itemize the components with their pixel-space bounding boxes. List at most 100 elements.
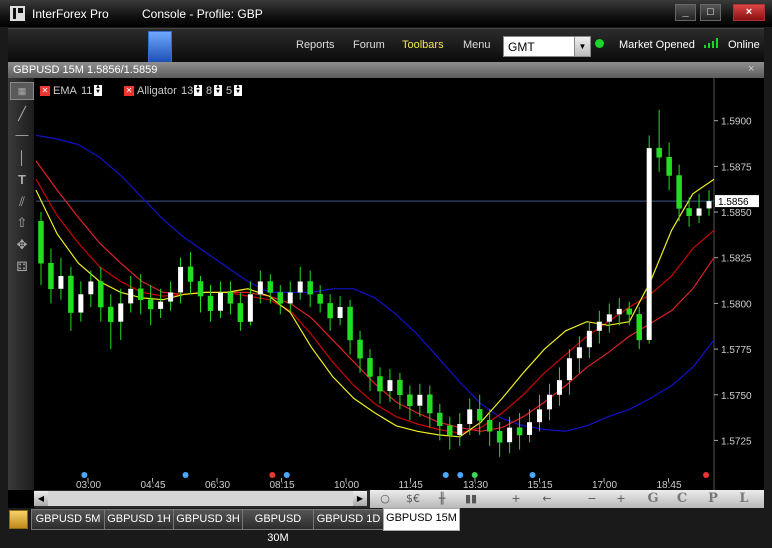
candle-body bbox=[467, 409, 473, 424]
letter-l-button[interactable]: L bbox=[730, 491, 758, 507]
candle-body bbox=[317, 294, 323, 304]
candle-body bbox=[496, 431, 503, 443]
trendline-tool-icon[interactable]: ╱ bbox=[12, 104, 32, 124]
candle-body bbox=[537, 409, 543, 423]
y-tick-label: 1.5900 bbox=[721, 117, 752, 128]
candle-body bbox=[447, 425, 453, 436]
x-tick-label: 13:30 bbox=[463, 480, 488, 490]
x-tick-label: 15:15 bbox=[528, 480, 553, 490]
candle-body bbox=[706, 201, 712, 209]
arrow-left-icon[interactable]: ← bbox=[533, 491, 561, 507]
candle-body bbox=[58, 276, 64, 289]
chart-tab[interactable]: GBPUSD 3H bbox=[173, 509, 243, 530]
event-marker bbox=[471, 472, 478, 478]
current-price-label: 1.5856 bbox=[718, 197, 749, 208]
event-marker bbox=[442, 472, 449, 478]
currency-icon[interactable]: $€ bbox=[399, 491, 427, 507]
zoom-out-icon[interactable]: − bbox=[578, 491, 606, 507]
event-marker bbox=[457, 472, 464, 478]
candle-body bbox=[476, 409, 483, 421]
zoom-in-icon[interactable]: + bbox=[607, 491, 635, 507]
candle-body bbox=[277, 292, 284, 304]
chart-title: GBPUSD 15M 1.5856/1.5859 bbox=[13, 64, 158, 76]
scroll-right-button[interactable]: ▶ bbox=[353, 491, 367, 506]
candle-body bbox=[576, 347, 582, 359]
candle-body bbox=[327, 303, 333, 319]
candle-body bbox=[486, 420, 493, 432]
minimize-button[interactable]: _ bbox=[675, 4, 696, 21]
event-marker bbox=[529, 472, 536, 478]
candle-body bbox=[158, 301, 164, 309]
chart-close-icon[interactable]: × bbox=[748, 63, 754, 75]
arrow-up-tool-icon[interactable]: ⇧ bbox=[12, 213, 32, 233]
grid-tool-icon[interactable]: ▦ bbox=[10, 82, 34, 100]
horizontal-scrollbar[interactable] bbox=[48, 491, 353, 506]
candle-body bbox=[606, 314, 612, 322]
teeth-stepper[interactable]: ▲ ▼ bbox=[214, 84, 222, 96]
alligator-jaw-period: 13 bbox=[181, 85, 194, 97]
candle-body bbox=[347, 306, 353, 341]
text-tool-icon[interactable]: T bbox=[12, 170, 32, 190]
nav-handle-tab[interactable] bbox=[148, 31, 172, 63]
channel-tool-icon[interactable]: ⫽ bbox=[12, 192, 32, 212]
move-tool-icon[interactable]: ✥ bbox=[12, 235, 32, 255]
chart-tab[interactable]: GBPUSD 1D bbox=[313, 509, 384, 530]
candles-icon[interactable]: ╫ bbox=[428, 491, 456, 507]
candle-body bbox=[437, 412, 443, 427]
chart-tab[interactable]: GBPUSD 15M bbox=[383, 508, 460, 531]
letter-c-button[interactable]: C bbox=[668, 491, 696, 507]
crosshair-icon[interactable]: + bbox=[502, 491, 530, 507]
lips-stepper[interactable]: ▲ ▼ bbox=[234, 84, 242, 96]
horizontal-line-tool-icon[interactable]: — bbox=[12, 125, 32, 145]
y-tick-label: 1.5850 bbox=[721, 208, 752, 219]
cursor-circle-icon[interactable]: ○ bbox=[371, 491, 399, 507]
y-tick-label: 1.5750 bbox=[721, 391, 752, 402]
ema-period-stepper[interactable]: ▲ ▼ bbox=[94, 84, 102, 96]
y-tick-label: 1.5725 bbox=[721, 436, 752, 447]
candle-body bbox=[407, 394, 413, 406]
candle-body bbox=[686, 208, 692, 216]
letter-g-button[interactable]: G bbox=[639, 491, 667, 507]
timezone-select[interactable]: GMT ▼ bbox=[503, 36, 591, 57]
alligator-label: Alligator bbox=[137, 85, 177, 97]
nav-toolbars-link[interactable]: Toolbars bbox=[402, 39, 444, 51]
layout-tool-icon[interactable]: ⚃ bbox=[12, 257, 32, 277]
x-tick-label: 08:15 bbox=[270, 480, 295, 490]
scroll-left-button[interactable]: ◀ bbox=[34, 491, 48, 506]
chart-tab[interactable]: GBPUSD 1H bbox=[104, 509, 174, 530]
candle-body bbox=[616, 308, 622, 315]
candle-body bbox=[457, 423, 463, 435]
candle-body bbox=[566, 358, 572, 381]
candle-body bbox=[387, 380, 393, 392]
workspace-icon[interactable] bbox=[9, 510, 28, 529]
close-button[interactable]: × bbox=[733, 4, 765, 21]
nav-menu-link[interactable]: Menu bbox=[463, 39, 491, 51]
letter-p-button[interactable]: P bbox=[699, 491, 727, 507]
candle-body bbox=[247, 294, 253, 322]
candle-body bbox=[586, 330, 592, 348]
candle-body bbox=[137, 288, 144, 301]
candle-body bbox=[257, 281, 263, 295]
remove-alligator-icon[interactable]: ✕ bbox=[124, 86, 134, 96]
candle-body bbox=[367, 357, 373, 377]
chart-tab[interactable]: GBPUSD 30M bbox=[242, 509, 314, 544]
candle-body bbox=[596, 321, 602, 331]
chevron-down-icon[interactable]: ▼ bbox=[574, 37, 590, 56]
ema-label: EMA bbox=[53, 85, 77, 97]
volume-icon[interactable]: ▮▮ bbox=[457, 491, 485, 507]
remove-ema-icon[interactable]: ✕ bbox=[40, 86, 50, 96]
vertical-line-tool-icon[interactable]: │ bbox=[12, 148, 32, 168]
maximize-button[interactable]: □ bbox=[700, 4, 721, 21]
candle-body bbox=[636, 314, 642, 341]
nav-reports-link[interactable]: Reports bbox=[296, 39, 335, 51]
candle-body bbox=[197, 281, 204, 297]
nav-forum-link[interactable]: Forum bbox=[353, 39, 385, 51]
candle-body bbox=[507, 427, 513, 443]
price-chart[interactable]: 1.5900 1.5875 1.5850 1.5825 1.5800 1.5775 1.57… bbox=[34, 78, 764, 490]
timezone-value: GMT bbox=[508, 40, 535, 54]
market-status: Market Opened bbox=[619, 39, 695, 51]
chart-tab[interactable]: GBPUSD 5M bbox=[31, 509, 105, 530]
candle-body bbox=[78, 294, 84, 313]
y-tick-label: 1.5800 bbox=[721, 299, 752, 310]
jaw-stepper[interactable]: ▲ ▼ bbox=[194, 84, 202, 96]
